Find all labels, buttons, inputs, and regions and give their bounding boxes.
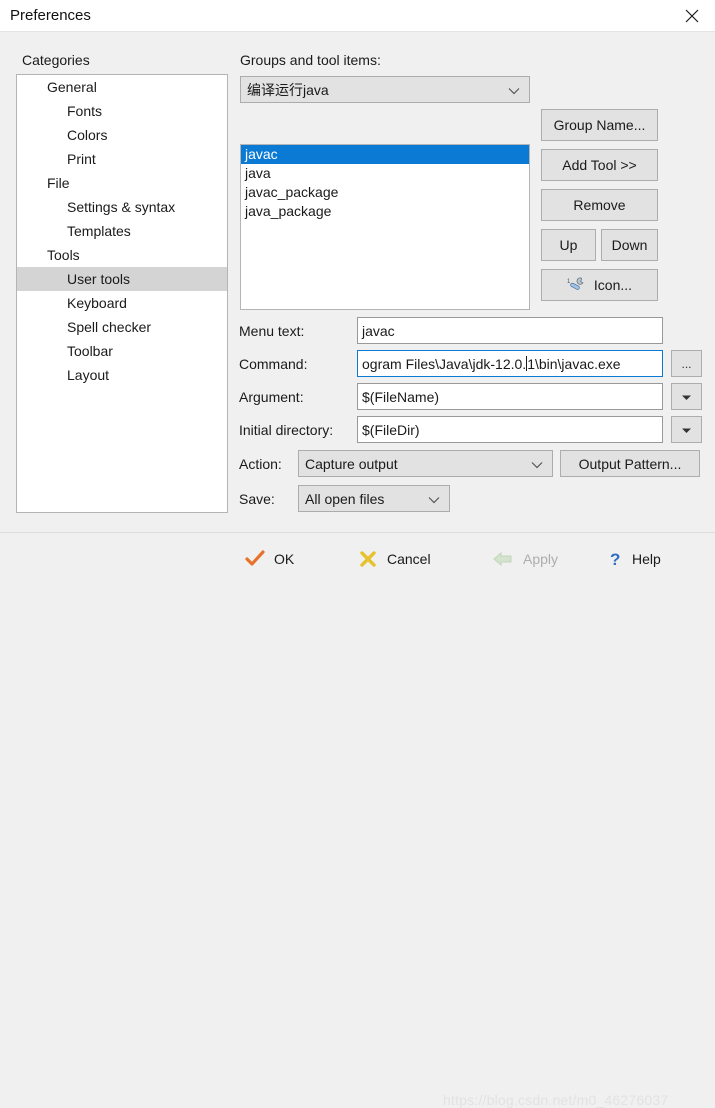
category-item[interactable]: Layout bbox=[17, 363, 227, 387]
dialog-body: Categories General Fonts Colors Print File Se… bbox=[0, 32, 715, 532]
category-item[interactable]: File bbox=[17, 171, 227, 195]
ok-button-label: OK bbox=[274, 551, 295, 567]
categories-label: Categories bbox=[22, 52, 90, 68]
cancel-button-label: Cancel bbox=[387, 551, 431, 567]
save-select[interactable]: All open files bbox=[298, 485, 450, 512]
group-select-value: 编译运行java bbox=[247, 81, 329, 98]
command-text-before-caret: ogram Files\Java\jdk-12.0. bbox=[362, 355, 527, 372]
action-label: Action: bbox=[239, 456, 282, 472]
browse-command-button[interactable]: ... bbox=[671, 350, 702, 377]
menu-text-input[interactable]: javac bbox=[357, 317, 663, 344]
wrench-icon: 1 bbox=[567, 276, 587, 294]
category-item[interactable]: Print bbox=[17, 147, 227, 171]
action-select-value: Capture output bbox=[305, 455, 398, 472]
add-tool-button[interactable]: Add Tool >> bbox=[541, 149, 658, 181]
categories-tree[interactable]: General Fonts Colors Print File Settings & sy… bbox=[16, 74, 228, 513]
tool-items-list[interactable]: javac java javac_package java_package bbox=[240, 144, 530, 310]
title-bar: Preferences bbox=[0, 0, 715, 32]
command-label: Command: bbox=[239, 356, 308, 372]
caret-down-icon bbox=[681, 390, 692, 404]
argument-input[interactable]: $(FileName) bbox=[357, 383, 663, 410]
watermark: https://blog.csdn.net/m0_46276037 bbox=[443, 1092, 669, 1108]
output-pattern-button[interactable]: Output Pattern... bbox=[560, 450, 700, 477]
initial-directory-dropdown-button[interactable] bbox=[671, 416, 702, 443]
svg-text:?: ? bbox=[610, 550, 620, 568]
icon-button-label: Icon... bbox=[593, 277, 633, 293]
save-label: Save: bbox=[239, 491, 275, 507]
group-name-button[interactable]: Group Name... bbox=[541, 109, 658, 141]
apply-button-label: Apply bbox=[523, 551, 559, 567]
tool-list-item[interactable]: javac bbox=[241, 145, 529, 164]
caret-down-icon bbox=[681, 423, 692, 437]
category-item[interactable]: Spell checker bbox=[17, 315, 227, 339]
initial-directory-label: Initial directory: bbox=[239, 422, 334, 438]
help-button-label: Help bbox=[632, 551, 661, 567]
category-item[interactable]: Settings & syntax bbox=[17, 195, 227, 219]
category-item[interactable]: Fonts bbox=[17, 99, 227, 123]
tool-list-item[interactable]: javac_package bbox=[241, 183, 529, 202]
groups-and-tool-items-label: Groups and tool items: bbox=[240, 52, 381, 68]
category-item[interactable]: Colors bbox=[17, 123, 227, 147]
command-input[interactable]: ogram Files\Java\jdk-12.0. 1\bin\javac.ex… bbox=[357, 350, 663, 377]
category-item[interactable]: Tools bbox=[17, 243, 227, 267]
category-item[interactable]: Templates bbox=[17, 219, 227, 243]
help-button[interactable]: ? Help bbox=[607, 541, 661, 577]
check-icon bbox=[245, 550, 265, 568]
initial-directory-input[interactable]: $(FileDir) bbox=[357, 416, 663, 443]
category-item[interactable]: User tools bbox=[17, 267, 227, 291]
close-button[interactable] bbox=[669, 0, 715, 31]
question-mark-icon: ? bbox=[607, 550, 623, 568]
save-select-value: All open files bbox=[305, 490, 385, 507]
category-item[interactable]: General bbox=[17, 75, 227, 99]
cancel-button[interactable]: Cancel bbox=[358, 541, 431, 577]
group-select[interactable]: 编译运行java bbox=[240, 76, 530, 103]
x-icon bbox=[358, 550, 378, 568]
move-up-button[interactable]: Up bbox=[541, 229, 596, 261]
action-select[interactable]: Capture output bbox=[298, 450, 553, 477]
argument-dropdown-button[interactable] bbox=[671, 383, 702, 410]
chevron-down-icon bbox=[428, 491, 440, 507]
category-item[interactable]: Keyboard bbox=[17, 291, 227, 315]
icon-button[interactable]: 1 Icon... bbox=[541, 269, 658, 301]
move-down-button[interactable]: Down bbox=[601, 229, 658, 261]
apply-button: Apply bbox=[492, 541, 558, 577]
remove-button[interactable]: Remove bbox=[541, 189, 658, 221]
ok-button[interactable]: OK bbox=[245, 541, 294, 577]
menu-text-label: Menu text: bbox=[239, 323, 305, 339]
command-text-after-caret: 1\bin\javac.exe bbox=[527, 355, 621, 372]
dialog-footer: OK Cancel Apply ? Help https://blog.csdn… bbox=[0, 532, 715, 1108]
chevron-down-icon bbox=[508, 82, 520, 98]
back-arrow-icon bbox=[492, 550, 514, 568]
chevron-down-icon bbox=[531, 456, 543, 472]
tool-list-item[interactable]: java_package bbox=[241, 202, 529, 221]
argument-label: Argument: bbox=[239, 389, 304, 405]
window-title: Preferences bbox=[10, 7, 91, 24]
close-icon bbox=[684, 8, 700, 24]
category-item[interactable]: Toolbar bbox=[17, 339, 227, 363]
tool-list-item[interactable]: java bbox=[241, 164, 529, 183]
